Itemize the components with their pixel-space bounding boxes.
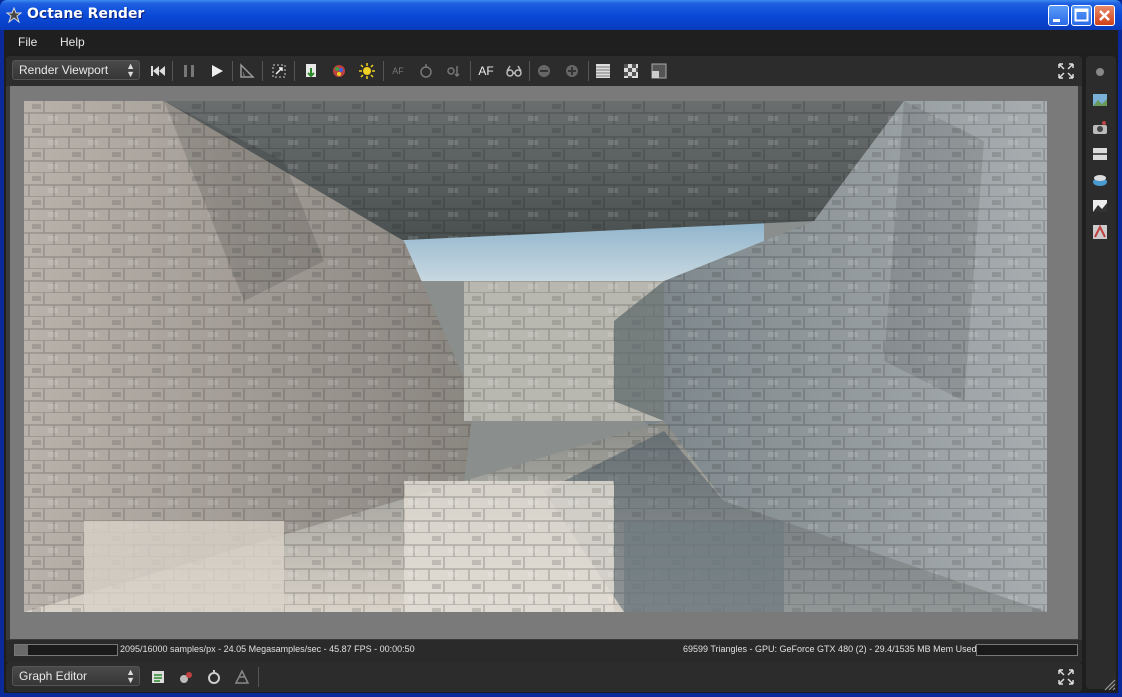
light-icon [359, 63, 375, 79]
editor-select-label: Graph Editor [19, 669, 88, 683]
color-button[interactable] [329, 61, 349, 81]
fit-icon [651, 63, 667, 79]
load-button[interactable] [301, 61, 321, 81]
fullscreen-button[interactable] [1056, 61, 1076, 81]
minimize-icon [1053, 19, 1060, 22]
dropdown-arrow-icon: ▲ ▼ [126, 667, 135, 685]
play-icon [212, 65, 223, 77]
region-icon [272, 64, 286, 78]
layers-icon[interactable] [1092, 146, 1108, 162]
maximize-icon [1074, 8, 1089, 22]
checker-icon [596, 64, 610, 78]
lock-icon [538, 65, 550, 77]
material-button[interactable] [176, 667, 196, 687]
play-button[interactable] [207, 61, 227, 81]
graph-editor-panel: Graph Editor ▲ ▼ [6, 662, 1082, 692]
app-icon [6, 7, 22, 23]
editor-select[interactable]: Graph Editor ▲ ▼ [12, 666, 140, 686]
pick-button[interactable] [444, 61, 464, 81]
node-icon [152, 671, 164, 683]
unlock-icon [566, 65, 578, 77]
separator [262, 61, 263, 81]
render-panel: Render Viewport ▲ ▼ AF AF 2095/16000 sam… [6, 56, 1082, 662]
fit-button[interactable] [649, 61, 669, 81]
window-title: Octane Render [27, 6, 145, 22]
stereo-button[interactable] [504, 61, 524, 81]
separator [383, 61, 384, 81]
pick-icon [447, 66, 460, 78]
render-stats-text: 2095/16000 samples/px - 24.05 Megasample… [120, 644, 415, 654]
material-icon [180, 672, 192, 683]
reset-icon [151, 66, 165, 76]
alpha-icon [624, 64, 638, 78]
menu-help[interactable]: Help [60, 35, 85, 49]
environment-icon[interactable] [1092, 172, 1108, 188]
separator [258, 667, 259, 687]
status-bar: 2095/16000 samples/px - 24.05 Megasample… [6, 640, 1082, 662]
render-progress-fill [15, 645, 29, 655]
resize-grip-icon[interactable] [1102, 677, 1116, 691]
node-button[interactable] [148, 667, 168, 687]
imager-icon[interactable] [1092, 198, 1108, 214]
ruler-button[interactable] [237, 61, 257, 81]
render-viewport[interactable] [10, 86, 1078, 639]
mesh-button[interactable] [232, 667, 252, 687]
af-icon: AF [478, 64, 494, 78]
pause-button[interactable] [179, 61, 199, 81]
separator [232, 61, 233, 81]
separator [470, 61, 471, 81]
autofocus-button[interactable]: AF [476, 61, 496, 81]
memory-usage-bar [976, 644, 1078, 656]
load-icon [306, 64, 316, 78]
region-button[interactable] [269, 61, 289, 81]
alpha-button[interactable] [621, 61, 641, 81]
menu-bar: File Help [4, 30, 1118, 54]
gpu-stats-text: 69599 Triangles - GPU: GeForce GTX 480 (… [683, 644, 977, 654]
pause-icon [184, 65, 194, 77]
app-window: Octane Render File Help Render Viewport … [0, 0, 1122, 697]
separator [172, 61, 173, 81]
focus-icon [420, 64, 432, 78]
client-area: File Help Render Viewport ▲ ▼ AF AF 2095… [4, 30, 1118, 693]
graph-fullscreen-button[interactable] [1056, 667, 1076, 687]
kernel-icon[interactable] [1092, 224, 1108, 240]
separator [588, 61, 589, 81]
close-icon [1099, 10, 1110, 21]
dropdown-arrow-icon: ▲ ▼ [126, 61, 135, 79]
image-settings-icon[interactable] [1092, 92, 1108, 108]
af-pick-icon: AF [392, 66, 404, 76]
texture-icon [208, 670, 220, 684]
render-image[interactable] [24, 101, 1047, 612]
title-bar[interactable]: Octane Render [0, 0, 1122, 30]
light-button[interactable] [357, 61, 377, 81]
fullscreen-icon [1058, 63, 1074, 79]
mesh-icon [234, 669, 250, 684]
maximize-button[interactable] [1071, 5, 1092, 26]
fullscreen-icon [1058, 669, 1074, 685]
reset-button[interactable] [148, 61, 168, 81]
separator [529, 61, 530, 81]
focus-button[interactable] [416, 61, 436, 81]
color-icon [333, 65, 345, 77]
render-toolbar: Render Viewport ▲ ▼ AF AF [6, 56, 1082, 86]
texture-button[interactable] [204, 667, 224, 687]
record-icon[interactable] [1092, 64, 1108, 80]
right-sidebar [1086, 56, 1116, 689]
checker-button[interactable] [593, 61, 613, 81]
menu-file[interactable]: File [18, 35, 37, 49]
view-select[interactable]: Render Viewport ▲ ▼ [12, 60, 140, 80]
ruler-icon [240, 63, 255, 78]
lock-button[interactable] [534, 61, 554, 81]
close-button[interactable] [1094, 5, 1115, 26]
render-progress-bar [14, 644, 118, 656]
unlock-button[interactable] [562, 61, 582, 81]
camera-icon[interactable] [1092, 120, 1108, 136]
stereo-icon [506, 65, 522, 77]
separator [294, 61, 295, 81]
view-select-label: Render Viewport [19, 63, 109, 77]
af-pick-button[interactable]: AF [388, 61, 408, 81]
minimize-button[interactable] [1048, 5, 1069, 26]
